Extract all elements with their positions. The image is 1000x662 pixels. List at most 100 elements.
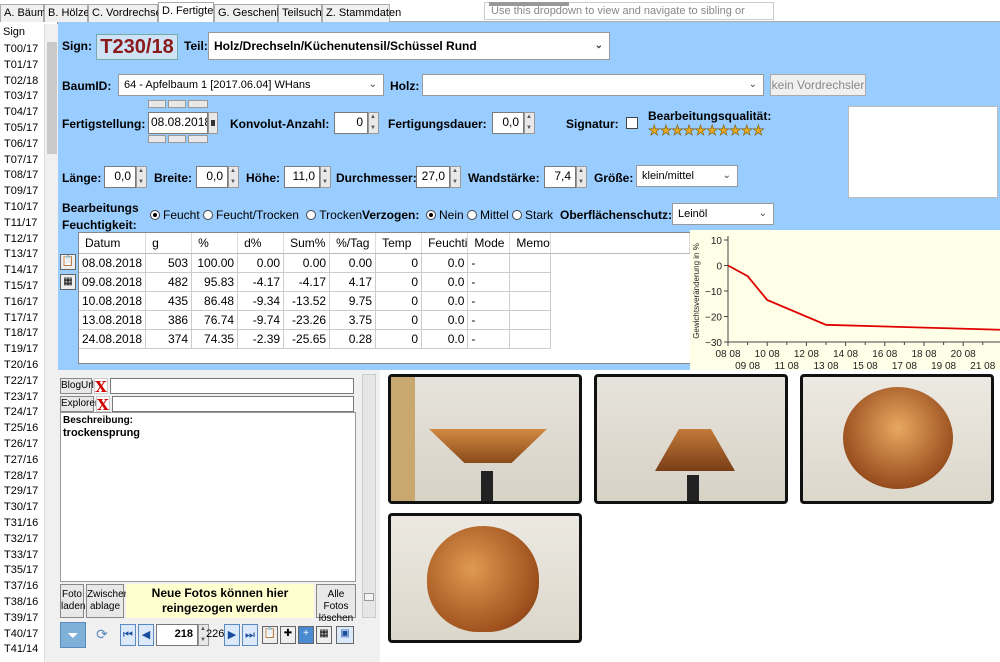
refresh-icon[interactable]: ⟳ [90,622,114,648]
tab-c-vordrechseln[interactable]: C. Vordrechseln [88,4,170,22]
table-row[interactable]: 13.08.2018 386 76.74 -9.74 -23.26 3.75 0 0.0- [79,310,690,330]
next-record-button[interactable]: ▶ [224,624,240,646]
grid-column-header[interactable]: Memo [509,233,551,254]
grid-cell[interactable]: -4.17 [237,272,285,292]
star-icon[interactable]: ★ [717,122,730,139]
tab-a-bäume[interactable]: A. Bäume [0,4,52,22]
sign-list-item[interactable]: T01/17 [4,58,46,73]
new-record-icon[interactable]: ✚ [280,626,296,644]
grid-cell[interactable]: -4.17 [283,272,331,292]
durchmesser-input[interactable]: 27,0 [416,166,450,188]
grid-cell[interactable]: 0.0 [421,253,469,273]
clipboard-icon[interactable]: 📋 [262,626,278,644]
table-row[interactable]: 24.08.2018 374 74.35 -2.39 -25.65 0.28 0 0.0- [79,329,690,349]
date-decrement-buttons[interactable] [148,135,208,143]
sign-list-item[interactable]: T03/17 [4,89,46,104]
sign-list-item[interactable]: T05/17 [4,121,46,136]
grid-column-header[interactable]: Mode [467,233,511,254]
grid-cell[interactable]: 76.74 [191,310,239,330]
qualitaet-rating[interactable]: ★★★★★★★★★★ [648,122,765,139]
grid-cell[interactable]: 0.0 [421,291,469,311]
konvolut-input[interactable]: 0 [334,112,368,134]
grid-cell[interactable]: 0.00 [283,253,331,273]
grid-column-header[interactable]: % [191,233,239,254]
sign-list-item[interactable]: T07/17 [4,153,46,168]
grid-cell[interactable]: 0.0 [421,272,469,292]
tab-z-stammdaten[interactable]: Z. Stammdaten [322,4,401,22]
tab-b-hölzer[interactable]: B. Hölzer [44,4,93,22]
grid-cell[interactable]: 386 [145,310,193,330]
grid-cell[interactable]: 08.08.2018 [79,253,147,273]
star-icon[interactable]: ★ [706,122,719,139]
sign-list-item[interactable]: T13/17 [4,247,46,262]
grid-cell[interactable]: 0.00 [329,253,377,273]
grid-cell[interactable]: 4.17 [329,272,377,292]
radio-feucht[interactable]: Feucht [150,208,200,222]
grid-cell[interactable]: 95.83 [191,272,239,292]
grid-cell[interactable]: -13.52 [283,291,331,311]
grid-column-header[interactable]: g [145,233,193,254]
sign-list-item[interactable]: T00/17 [4,42,46,57]
grid-cell[interactable] [509,272,551,292]
photo-size-slider[interactable] [362,374,376,618]
grid-cell[interactable]: 0 [375,329,423,349]
radio-mittel[interactable]: Mittel [467,208,509,222]
grid-cell[interactable] [509,253,551,273]
sign-list-item[interactable]: T30/17 [4,500,46,515]
explorer-input[interactable] [112,396,354,412]
sign-list-item[interactable]: T15/17 [4,279,46,294]
grid-cell[interactable]: 0.0 [421,329,469,349]
sign-list-item[interactable]: T41/14 [4,642,46,657]
hoehe-spinner[interactable] [320,166,331,188]
grid-cell[interactable]: - [467,329,511,349]
star-icon[interactable]: ★ [659,122,672,139]
explorer-clear-icon[interactable]: X [96,396,110,413]
grid-cell[interactable]: - [467,291,511,311]
grid-cell[interactable]: 100.00 [191,253,239,273]
grid-cell[interactable]: 435 [145,291,193,311]
radio-trocken[interactable]: Trocken [306,208,362,222]
grid-cell[interactable]: -2.39 [237,329,285,349]
vordrechsler-button[interactable]: kein Vordrechsler [770,74,866,96]
sign-list-item[interactable]: T38/16 [4,595,46,610]
grid-cell[interactable]: 10.08.2018 [79,291,147,311]
sign-list-item[interactable]: T35/17 [4,563,46,578]
grid-column-header[interactable]: Sum% [283,233,331,254]
teil-dropdown[interactable]: Holz/Drechseln/Küchenutensil/Schüssel Ru… [208,32,610,60]
grid-cell[interactable]: 0.00 [237,253,285,273]
sign-list-item[interactable]: T37/16 [4,579,46,594]
sign-list-item[interactable]: T29/17 [4,484,46,499]
sign-list-item[interactable]: T27/16 [4,453,46,468]
table-row[interactable]: 08.08.2018 503 100.00 0.00 0.00 0.00 0 0.0- [79,253,690,273]
sign-list-item[interactable]: T31/16 [4,516,46,531]
grid-cell[interactable]: 503 [145,253,193,273]
star-icon[interactable]: ★ [752,122,765,139]
grid-cell[interactable]: 09.08.2018 [79,272,147,292]
record-number-input[interactable]: 218 [156,624,198,646]
table-row[interactable]: 10.08.2018 435 86.48 -9.34 -13.52 9.75 0 0.0- [79,291,690,311]
grid-cell[interactable]: 0.28 [329,329,377,349]
grid-cell[interactable]: 9.75 [329,291,377,311]
sign-list-item[interactable]: T14/17 [4,263,46,278]
grid-cell[interactable]: 0 [375,253,423,273]
signatur-checkbox[interactable] [626,117,638,129]
grid-cell[interactable]: 482 [145,272,193,292]
sign-list-item[interactable]: T32/17 [4,532,46,547]
blogurl-input[interactable] [110,378,354,394]
breite-input[interactable]: 0,0 [196,166,228,188]
oberflaeche-dropdown[interactable]: Leinöl ⌄ [672,203,774,225]
grid-column-header[interactable]: %/Tag [329,233,377,254]
grid-cell[interactable]: 3.75 [329,310,377,330]
grid-cell[interactable]: 24.08.2018 [79,329,147,349]
sign-list-item[interactable]: T19/17 [4,342,46,357]
tab-g-geschenke[interactable]: G. Geschenke [214,4,288,22]
radio-nein[interactable]: Nein [426,208,464,222]
star-icon[interactable]: ★ [694,122,707,139]
grid-column-header[interactable]: d% [237,233,285,254]
sign-list-item[interactable]: T33/17 [4,548,46,563]
fertigungsdauer-spinner[interactable] [524,112,535,134]
grid-column-header[interactable]: Datum [79,233,147,254]
photo-2[interactable] [594,374,788,504]
tab-d-fertigteil[interactable]: D. Fertigteil [158,2,218,23]
sign-list-item[interactable]: T18/17 [4,326,46,341]
